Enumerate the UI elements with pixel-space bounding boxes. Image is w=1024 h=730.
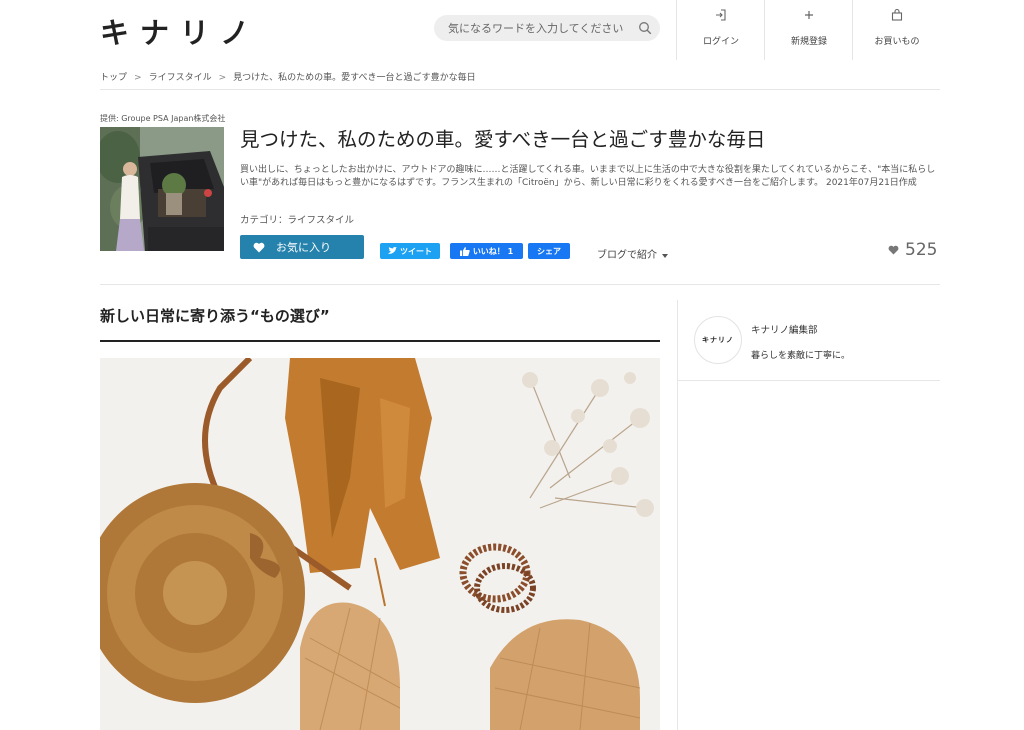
thumbs-up-icon [459,246,470,256]
facebook-like-label: いいね！ 1 [472,246,514,256]
divider [100,284,940,285]
article-category[interactable]: カテゴリ：ライフスタイル [240,212,354,226]
author-tagline: 暮らしを素敵に丁寧に。 [751,351,851,361]
breadcrumb: トップ > ライフスタイル > 見つけた、私のための車。愛すべき一台と過ごす豊かな毎日 [100,70,476,83]
nav-shopping-label: お買いもの [874,37,920,47]
heart-icon [253,242,265,252]
search-icon[interactable] [638,21,652,35]
tweet-button[interactable]: ツイート [380,243,440,259]
facebook-like-button[interactable]: いいね！ 1 [450,243,523,259]
login-icon [716,9,726,21]
sponsor-credit: 提供: Groupe PSA Japan株式会社 [100,114,226,123]
article-lead: 買い出しに、ちょっとしたお出かけに、アウトドアの趣味に……と活躍してくれる車。い… [240,164,940,189]
hero-image [100,358,660,730]
site-logo[interactable]: キナリノ [100,10,260,52]
facebook-share-button[interactable]: シェア [528,243,570,259]
author-name[interactable]: キナリノ編集部 [751,322,818,336]
blog-share-label: ブログで紹介 [597,250,657,261]
nav-register-label: 新規登録 [790,37,827,47]
nav-login[interactable]: ログイン [676,0,765,60]
breadcrumb-separator: > [218,73,227,83]
caret-down-icon [662,254,669,258]
article-thumbnail [100,127,224,251]
nav-login-label: ログイン [702,37,739,47]
shopping-bag-icon [891,8,903,21]
twitter-bird-icon [388,247,397,254]
search-input[interactable]: 気になるワードを入力してください [448,20,638,36]
author-card[interactable]: キナリノ キナリノ編集部 暮らしを素敵に丁寧に。 [678,300,940,381]
breadcrumb-current: 見つけた、私のための車。愛すべき一台と過ごす豊かな毎日 [233,73,476,83]
search-box[interactable]: 気になるワードを入力してください [434,15,660,41]
favorite-count-value: 525 [905,240,938,260]
facebook-share-label: シェア [537,246,561,256]
article-title: 見つけた、私のための車。愛すべき一台と過ごす豊かな毎日 [240,128,766,151]
section-heading-underline [100,340,660,342]
plus-icon [805,11,813,19]
divider [100,89,940,90]
nav-shopping[interactable]: お買いもの [852,0,941,60]
favorite-button-label: お気に入り [276,241,331,254]
nav-register[interactable]: 新規登録 [764,0,853,60]
blog-share-dropdown[interactable]: ブログで紹介 [597,246,669,261]
breadcrumb-lifestyle[interactable]: ライフスタイル [149,73,212,83]
heart-icon [888,245,899,255]
article-date: 2021年07月21日作成 [825,177,917,188]
favorite-count: 525 [888,240,937,260]
author-avatar[interactable]: キナリノ [694,316,742,364]
tweet-button-label: ツイート [400,246,432,256]
section-heading: 新しい日常に寄り添う“もの選び” [100,307,330,325]
breadcrumb-top[interactable]: トップ [100,73,127,83]
breadcrumb-separator: > [134,73,142,83]
favorite-button[interactable]: お気に入り [240,235,364,259]
